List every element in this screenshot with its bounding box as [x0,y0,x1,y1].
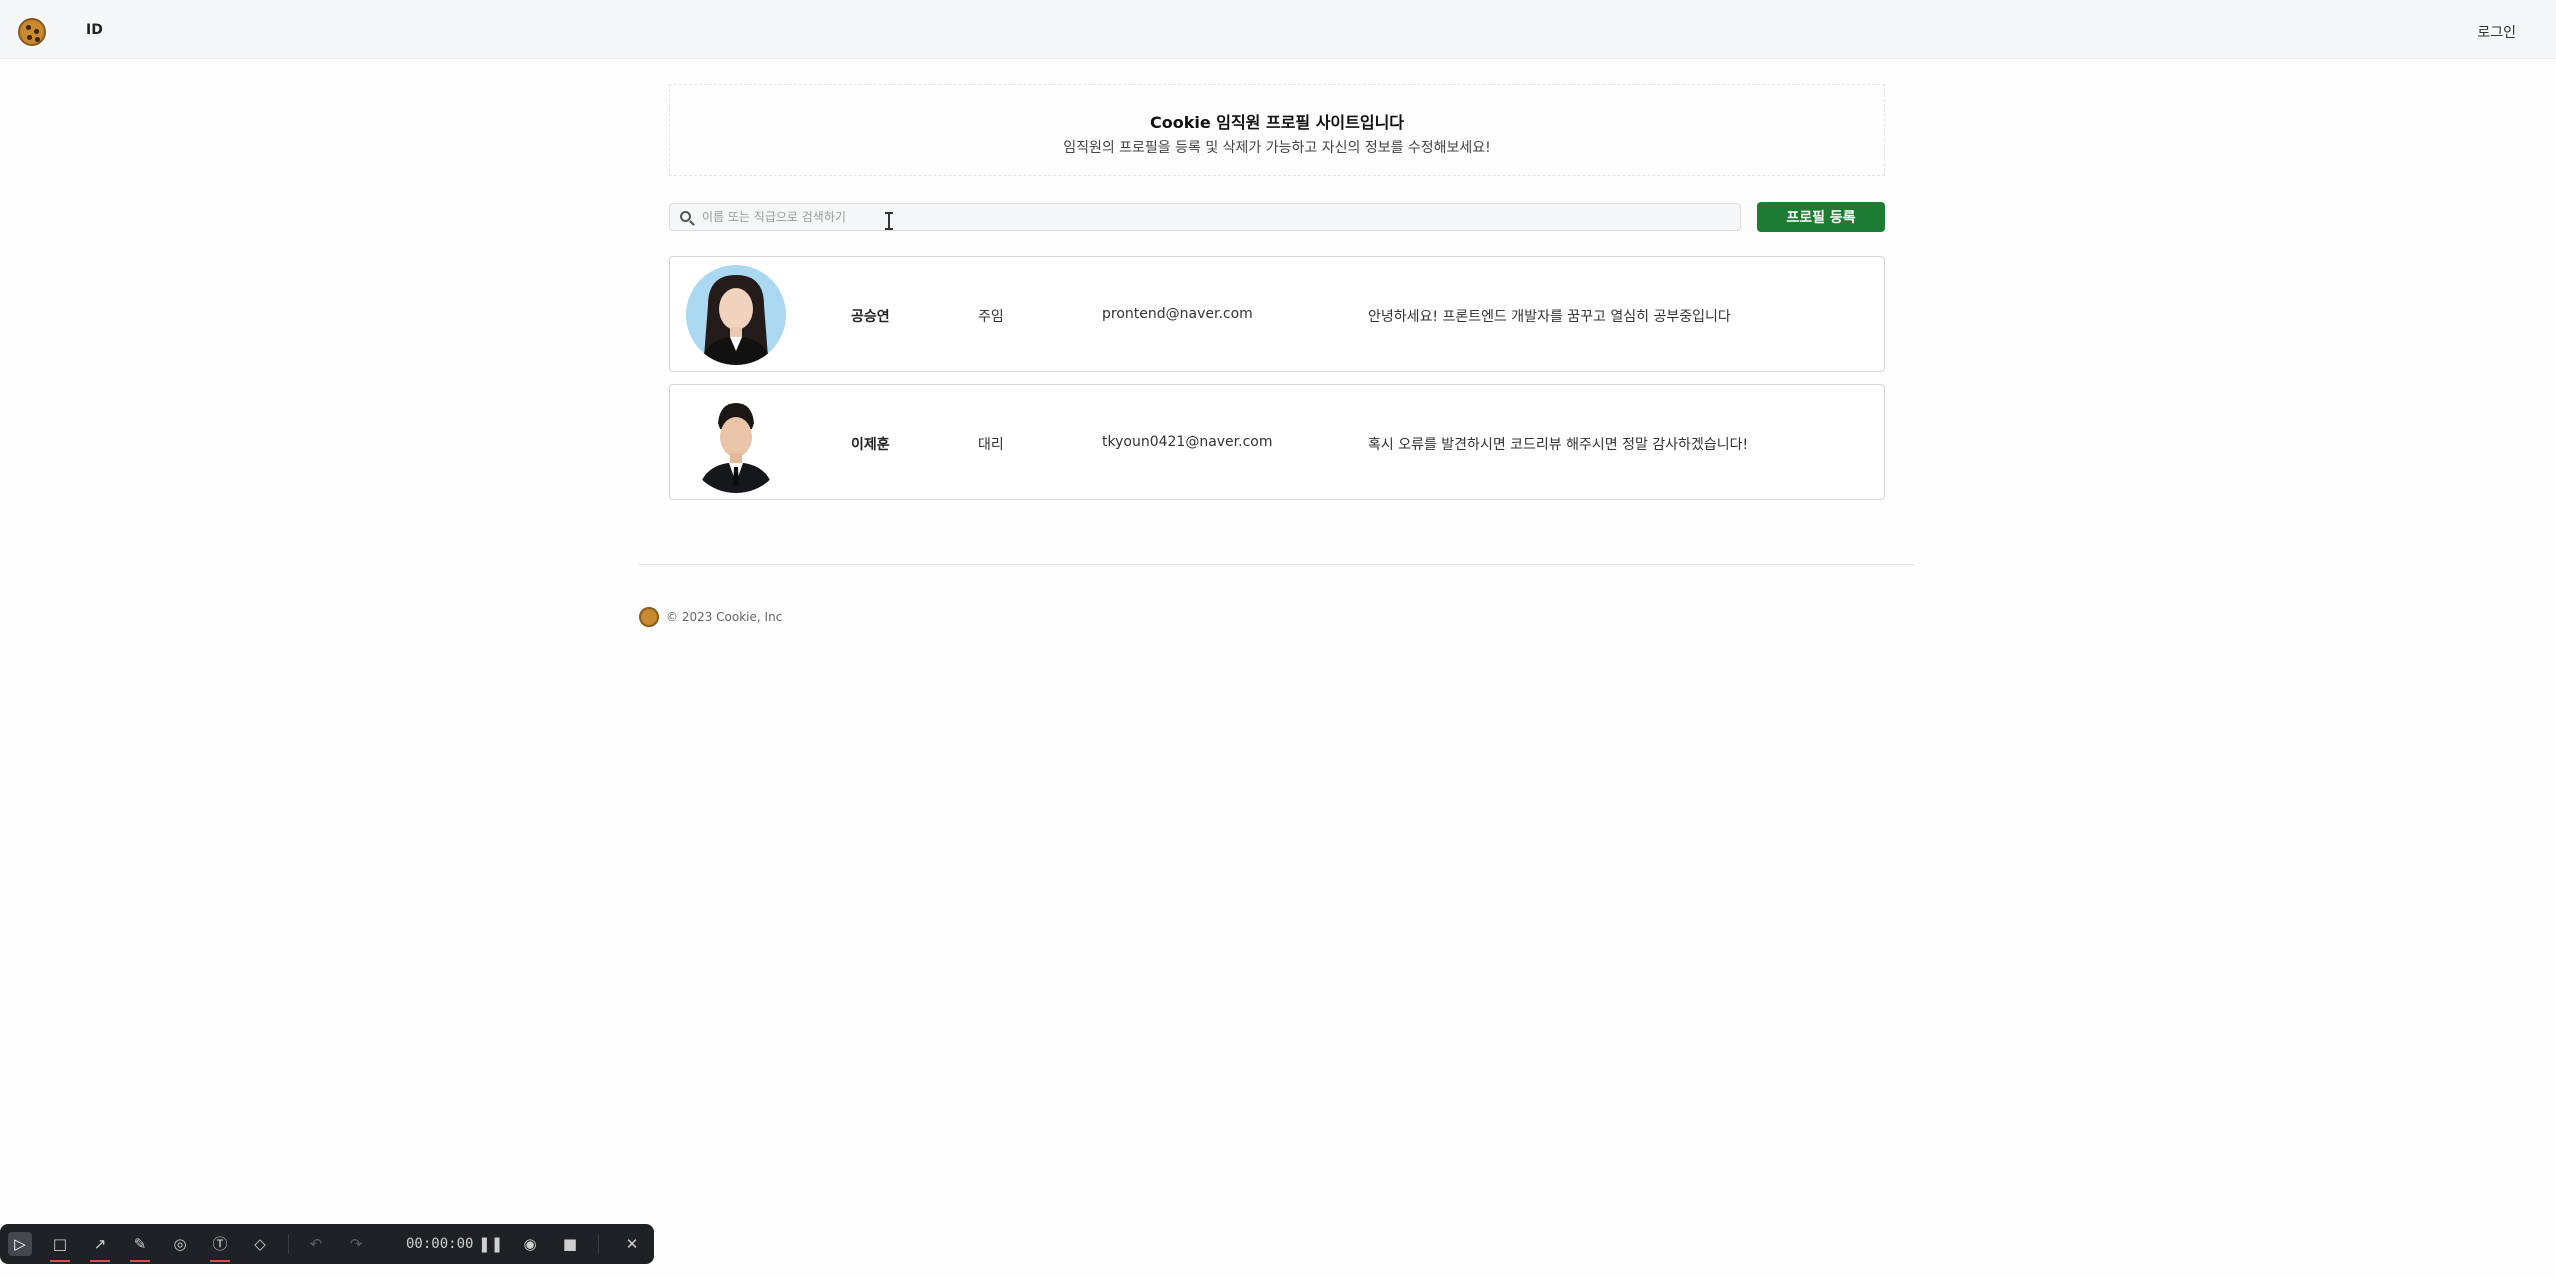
footer-copyright: © 2023 Cookie, Inc [666,610,783,624]
profile-email: prontend@naver.com [1102,306,1253,322]
avatar [686,265,786,365]
register-profile-button[interactable]: 프로필 등록 [1757,202,1885,232]
undo-icon[interactable]: ↶ [304,1232,328,1256]
cookie-logo-icon [639,607,659,627]
recording-timer: 00:00:00 [406,1236,474,1252]
search-icon [680,211,691,222]
footer-divider [639,564,1915,565]
eraser-icon[interactable]: ◇ [248,1232,272,1256]
profile-name: 공승연 [851,309,890,325]
profile-intro: 혹시 오류를 발견하시면 코드리뷰 해주시면 정말 감사하겠습니다! [1368,437,1749,453]
profile-intro: 안녕하세요! 프론트엔드 개발자를 꿈꾸고 열심히 공부중입니다 [1368,309,1731,325]
avatar [686,393,786,493]
profile-rank: 주임 [978,309,1004,325]
profile-card[interactable]: 공승연 주임 prontend@naver.com 안녕하세요! 프론트엔드 개… [669,256,1885,372]
text-icon[interactable]: Ⓣ [208,1232,232,1262]
profile-email: tkyoun0421@naver.com [1102,434,1273,450]
hero-banner: Cookie 임직원 프로필 사이트입니다 임직원의 프로필을 등록 및 삭제가… [669,84,1885,176]
record-icon[interactable]: ◉ [518,1232,542,1256]
close-icon[interactable]: ✕ [620,1232,644,1256]
page-subtitle: 임직원의 프로필을 등록 및 삭제가 가능하고 자신의 정보를 수정해보세요! [1063,140,1491,156]
pen-icon[interactable]: ✎ [128,1232,152,1262]
text-cursor-icon [885,212,893,230]
pause-icon[interactable]: ❚❚ [478,1232,503,1256]
nav-id-link[interactable]: ID [86,22,103,38]
login-link[interactable]: 로그인 [2477,22,2516,42]
stop-icon[interactable]: ■ [558,1232,582,1256]
page-title: Cookie 임직원 프로필 사이트입니다 [1149,113,1405,132]
profile-name: 이제훈 [851,437,890,453]
top-navbar: ID 로그인 [0,0,2556,59]
search-input[interactable] [702,207,1722,227]
rectangle-icon[interactable]: □ [48,1232,72,1262]
profile-card[interactable]: 이제훈 대리 tkyoun0421@naver.com 혹시 오류를 발견하시면… [669,384,1885,500]
search-bar[interactable] [669,203,1741,231]
arrow-icon[interactable]: ↗ [88,1232,112,1262]
profile-rank: 대리 [978,437,1004,453]
highlighter-icon[interactable]: ◎ [168,1232,192,1256]
cookie-logo-icon[interactable] [18,18,46,46]
screen-recorder-toolbar: ▷ □ ↗ ✎ ◎ Ⓣ ◇ ↶ ↷ 00:00:00 ❚❚ ◉ ■ ✕ [0,1224,654,1264]
select-icon[interactable]: ▷ [8,1232,32,1256]
redo-icon[interactable]: ↷ [344,1232,368,1256]
